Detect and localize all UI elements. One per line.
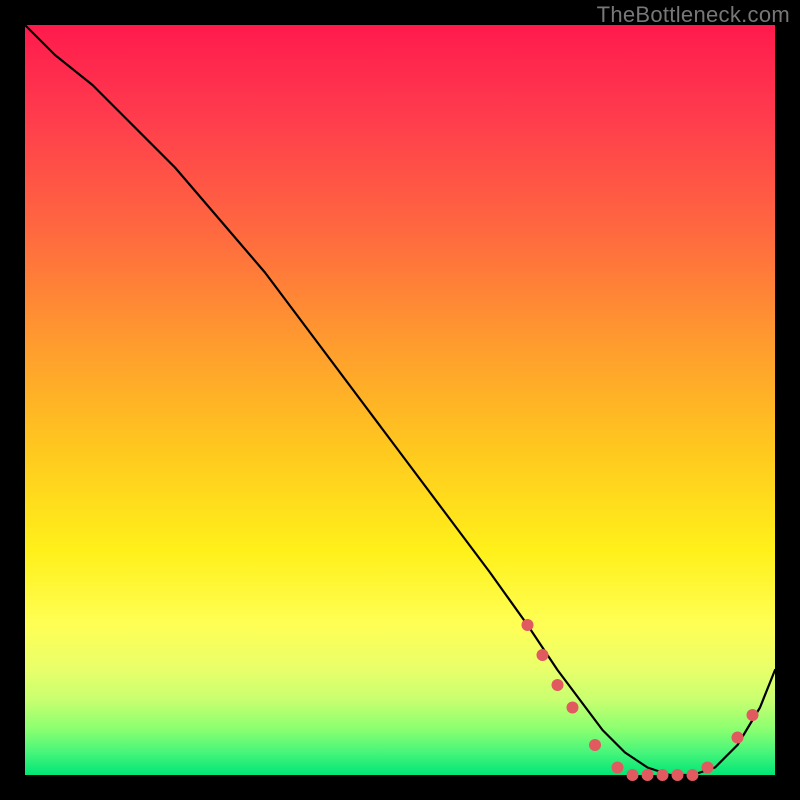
curve-marker-dot	[537, 649, 549, 661]
curve-marker-dot	[747, 709, 759, 721]
curve-marker-dot	[522, 619, 534, 631]
curve-marker-dot	[732, 732, 744, 744]
chart-stage: TheBottleneck.com	[0, 0, 800, 800]
curve-marker-dot	[657, 769, 669, 781]
curve-marker-dot	[672, 769, 684, 781]
curve-marker-dot	[627, 769, 639, 781]
curve-marker-dot	[567, 702, 579, 714]
gradient-plot-area	[25, 25, 775, 775]
curve-marker-dot	[642, 769, 654, 781]
curve-marker-dot	[687, 769, 699, 781]
curve-marker-dot	[552, 679, 564, 691]
curve-marker-dots	[522, 619, 759, 781]
curve-marker-dot	[589, 739, 601, 751]
curve-marker-dot	[702, 762, 714, 774]
curve-marker-dot	[612, 762, 624, 774]
watermark-text: TheBottleneck.com	[597, 2, 790, 28]
bottleneck-curve	[25, 25, 775, 775]
chart-svg	[25, 25, 775, 775]
